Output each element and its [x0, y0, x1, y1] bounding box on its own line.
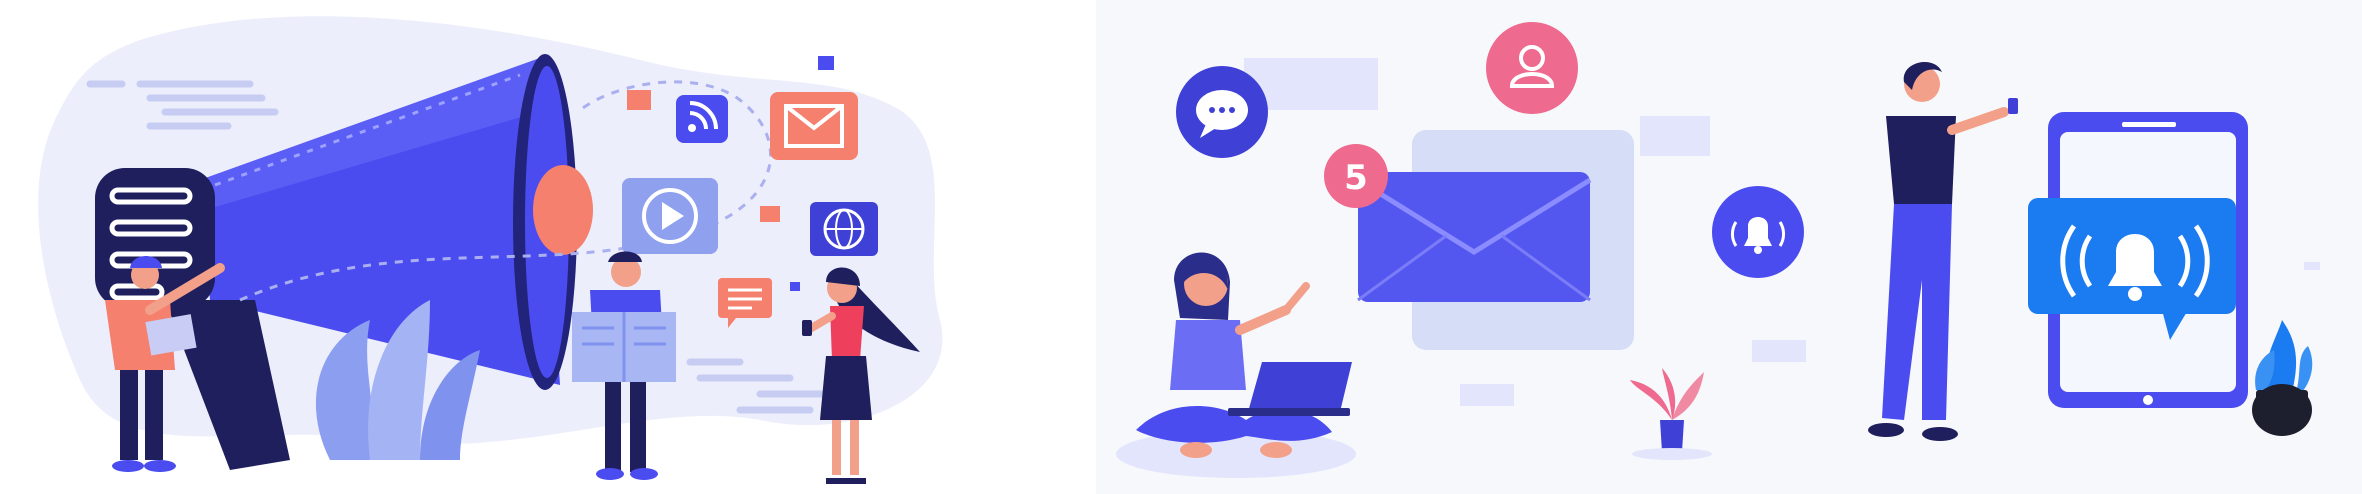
globe-icon [810, 202, 878, 256]
person-standing [1868, 61, 2018, 441]
marketing-illustration-panel [0, 0, 1096, 494]
mail-icon [770, 92, 858, 160]
illustration-stage: 5 [0, 0, 2362, 494]
potted-plant [1630, 368, 1712, 460]
chat-bubble-icon [1176, 66, 1268, 158]
person-laptop [1136, 252, 1352, 458]
marketing-illustration [38, 16, 943, 484]
blue-plant [2252, 320, 2313, 436]
notification-count: 5 [1344, 158, 1368, 198]
envelope-icon [1356, 172, 1592, 302]
notifications-illustration: 5 [1116, 22, 2320, 478]
bell-icon [1712, 186, 1804, 278]
user-icon [1486, 22, 1578, 114]
rss-icon [676, 95, 728, 143]
notification-badge: 5 [1324, 144, 1388, 208]
play-icon [622, 178, 718, 254]
notifications-illustration-panel: 5 [1096, 0, 2362, 494]
